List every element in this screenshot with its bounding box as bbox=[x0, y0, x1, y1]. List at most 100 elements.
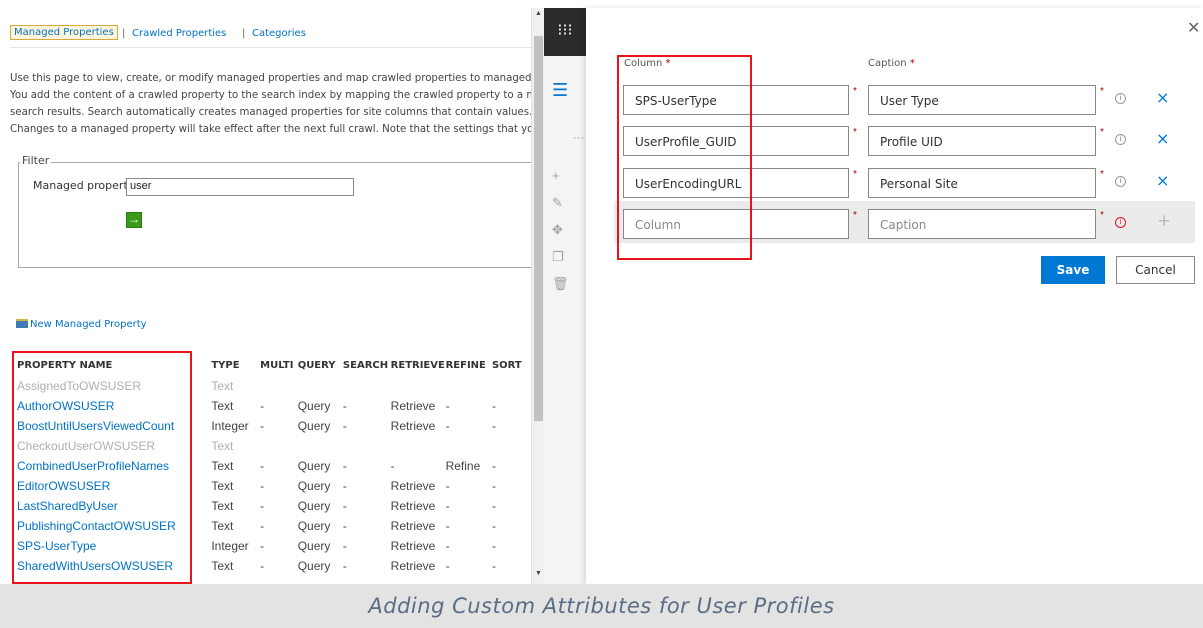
search-cell bbox=[343, 376, 391, 396]
retrieve-cell: Retrieve bbox=[390, 399, 436, 413]
filter-go-button[interactable]: → bbox=[126, 212, 142, 228]
managed-property-input[interactable]: user bbox=[126, 178, 354, 196]
type-cell: Text bbox=[211, 479, 234, 493]
app-launcher-icon[interactable]: ⁝⁝⁝ bbox=[544, 8, 586, 56]
remove-row-icon[interactable]: × bbox=[1156, 171, 1169, 190]
nav-separator: | bbox=[242, 28, 246, 39]
required-mark: * bbox=[1100, 169, 1104, 180]
refine-cell: - bbox=[445, 479, 450, 493]
search-cell: - bbox=[342, 399, 347, 413]
header-refine[interactable]: REFINE bbox=[446, 354, 492, 376]
property-name-highlight-box bbox=[12, 351, 192, 584]
new-caption-field[interactable]: Caption bbox=[868, 209, 1096, 239]
multi-cell: - bbox=[260, 499, 265, 513]
multi-cell bbox=[260, 436, 298, 456]
sort-cell: - bbox=[491, 399, 496, 413]
nav-managed-properties[interactable]: Managed Properties bbox=[10, 25, 118, 40]
header-sort[interactable]: SORT bbox=[492, 354, 531, 376]
caption-header: Caption * bbox=[868, 58, 915, 69]
required-mark: * bbox=[909, 58, 915, 69]
type-cell: Integer bbox=[211, 539, 249, 553]
refine-cell: Refine bbox=[445, 459, 481, 473]
sort-cell: - bbox=[491, 419, 496, 433]
type-cell: Text bbox=[211, 379, 234, 393]
edit-icon[interactable]: ✎ bbox=[552, 195, 570, 222]
refine-cell: - bbox=[445, 419, 450, 433]
more-options-icon[interactable]: ··· bbox=[573, 132, 584, 144]
required-mark: * bbox=[853, 210, 857, 221]
scrollbar-thumb[interactable] bbox=[534, 36, 543, 421]
sort-cell: - bbox=[491, 539, 496, 553]
header-search[interactable]: SEARCH bbox=[343, 354, 391, 376]
search-cell: - bbox=[342, 559, 347, 573]
remove-row-icon[interactable]: × bbox=[1156, 88, 1169, 107]
toolbar-icons: + ✎ ✥ ❐ 🗑 bbox=[552, 168, 570, 303]
header-retrieve[interactable]: RETRIEVE bbox=[391, 354, 446, 376]
info-icon[interactable]: i bbox=[1115, 176, 1126, 187]
delete-icon[interactable]: 🗑 bbox=[552, 276, 570, 303]
multi-cell: - bbox=[260, 419, 265, 433]
new-managed-property-link[interactable]: New Managed Property bbox=[16, 319, 147, 330]
info-icon[interactable]: i bbox=[1115, 134, 1126, 145]
remove-row-icon[interactable]: × bbox=[1156, 129, 1169, 148]
close-icon[interactable]: ✕ bbox=[1187, 18, 1200, 37]
move-icon[interactable]: ✥ bbox=[552, 222, 570, 249]
type-cell: Text bbox=[211, 519, 234, 533]
multi-cell: - bbox=[260, 479, 265, 493]
type-cell: Integer bbox=[211, 419, 249, 433]
nav-separator: | bbox=[122, 28, 126, 39]
type-cell: Text bbox=[211, 439, 234, 453]
refine-cell: - bbox=[445, 499, 450, 513]
header-type[interactable]: TYPE bbox=[211, 354, 260, 376]
column-highlight-box bbox=[617, 55, 752, 260]
description-line: search results. Search automatically cre… bbox=[10, 107, 531, 118]
new-property-icon bbox=[16, 319, 28, 328]
sort-cell: - bbox=[491, 499, 496, 513]
query-cell: Query bbox=[297, 559, 331, 573]
left-pane-scrollbar[interactable]: ▲ ▼ bbox=[531, 8, 544, 584]
caption-field[interactable]: Personal Site bbox=[868, 168, 1096, 198]
hamburger-menu-icon[interactable]: ☰ bbox=[552, 80, 568, 101]
search-cell: - bbox=[342, 459, 347, 473]
retrieve-cell: Retrieve bbox=[390, 519, 436, 533]
cancel-button[interactable]: Cancel bbox=[1116, 256, 1195, 284]
save-button[interactable]: Save bbox=[1041, 256, 1105, 284]
sort-cell bbox=[492, 436, 531, 456]
new-managed-property-label: New Managed Property bbox=[30, 319, 147, 330]
nav-categories[interactable]: Categories bbox=[252, 28, 306, 39]
search-cell bbox=[343, 436, 391, 456]
nav-crawled-properties[interactable]: Crawled Properties bbox=[132, 28, 226, 39]
refine-cell: - bbox=[445, 519, 450, 533]
query-cell: Query bbox=[297, 419, 331, 433]
required-mark: * bbox=[853, 86, 857, 97]
search-cell: - bbox=[342, 419, 347, 433]
add-row-icon[interactable]: + bbox=[1157, 211, 1171, 231]
scroll-down-icon[interactable]: ▼ bbox=[535, 570, 542, 577]
caption-field[interactable]: User Type bbox=[868, 85, 1096, 115]
sort-cell: - bbox=[491, 479, 496, 493]
query-cell: Query bbox=[297, 539, 331, 553]
type-cell: Text bbox=[211, 499, 234, 513]
figure-caption: Adding Custom Attributes for User Profil… bbox=[368, 594, 835, 618]
caption-field[interactable]: Profile UID bbox=[868, 126, 1096, 156]
error-info-icon[interactable]: i bbox=[1115, 217, 1126, 228]
query-cell bbox=[298, 376, 343, 396]
header-multi[interactable]: MULTI bbox=[260, 354, 298, 376]
refine-cell: - bbox=[445, 539, 450, 553]
retrieve-cell: Retrieve bbox=[390, 499, 436, 513]
info-icon[interactable]: i bbox=[1115, 93, 1126, 104]
refine-cell bbox=[446, 436, 492, 456]
add-icon[interactable]: + bbox=[552, 168, 570, 195]
page-description: Use this page to view, create, or modify… bbox=[10, 70, 531, 138]
copy-icon[interactable]: ❐ bbox=[552, 249, 570, 276]
multi-cell: - bbox=[260, 539, 265, 553]
description-line: You add the content of a crawled propert… bbox=[10, 90, 531, 101]
header-query[interactable]: QUERY bbox=[298, 354, 343, 376]
type-cell: Text bbox=[211, 399, 234, 413]
query-cell: Query bbox=[297, 459, 331, 473]
required-mark: * bbox=[1100, 210, 1104, 221]
scroll-up-icon[interactable]: ▲ bbox=[535, 10, 542, 17]
search-cell: - bbox=[342, 539, 347, 553]
arrow-right-icon: → bbox=[128, 212, 140, 226]
managed-property-label: Managed property bbox=[33, 179, 135, 192]
